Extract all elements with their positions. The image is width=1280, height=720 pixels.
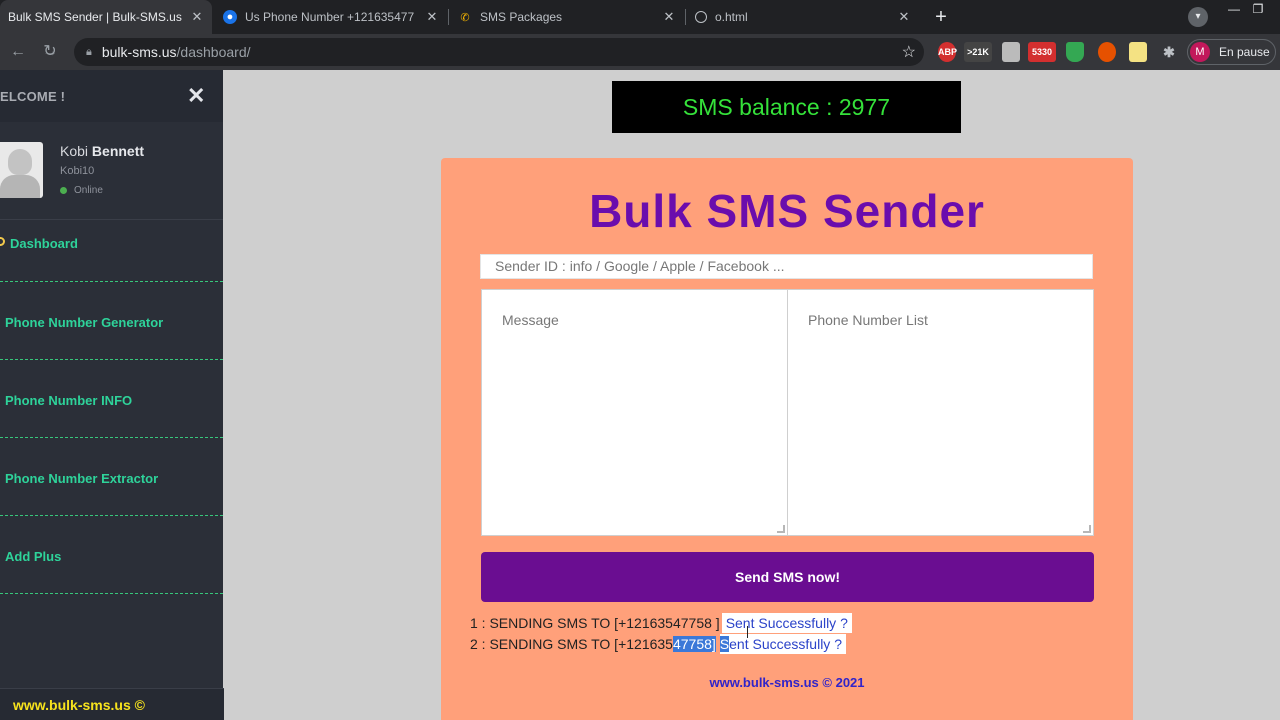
browser-toolbar: ← → ↻ 🔒︎ bulk-sms.us/dashboard/ ☆ ABP >2… xyxy=(0,34,1280,70)
tab-separator xyxy=(685,9,686,25)
log-prefix: 1 : SENDING SMS TO [+12163547758 ] xyxy=(470,615,720,631)
sidebar-item-label: Dashboard xyxy=(10,236,78,251)
online-status: Online xyxy=(60,185,103,196)
sidebar-footer-link[interactable]: www.bulk-sms.us © xyxy=(13,697,145,713)
username: Kobi10 xyxy=(60,165,95,177)
selected-text: 47758] xyxy=(672,636,716,652)
close-icon[interactable]: ✕ xyxy=(187,83,205,109)
puzzle-extensions-icon[interactable]: ✱ xyxy=(1160,42,1178,62)
tab-bulk-sms-sender[interactable]: Bulk SMS Sender | Bulk-SMS.us ✕ xyxy=(0,0,212,34)
resize-handle-icon[interactable] xyxy=(1083,525,1091,533)
tab-us-phone-number[interactable]: ● Us Phone Number +121635477 ✕ xyxy=(215,0,447,34)
log-line: 1 : SENDING SMS TO [+12163547758 ] Sent S… xyxy=(470,613,852,633)
sidebar-item-add-plus[interactable]: Add Plus xyxy=(0,516,223,594)
tab-close-icon[interactable]: ✕ xyxy=(190,9,204,25)
sidebar-header: ELCOME ! ✕ xyxy=(0,70,223,122)
message-placeholder: Message xyxy=(502,312,559,328)
tab-close-icon[interactable]: ✕ xyxy=(897,9,911,25)
log-line: 2 : SENDING SMS TO [+12163547758] Sent Su… xyxy=(470,634,846,654)
status-dot-icon xyxy=(60,187,67,194)
minimize-icon[interactable]: — xyxy=(1222,0,1246,20)
envelope-extension-icon[interactable] xyxy=(1002,42,1020,62)
tab-close-icon[interactable]: ✕ xyxy=(662,9,676,25)
tab-sms-packages[interactable]: ✆ SMS Packages ✕ xyxy=(450,0,684,34)
tab-label: Us Phone Number +121635477 xyxy=(245,10,415,24)
sidebar-item-label: Add Plus xyxy=(5,549,62,564)
record-extension-icon[interactable] xyxy=(1098,42,1116,62)
tab-separator xyxy=(448,9,449,25)
adblock-extension-icon[interactable]: ABP xyxy=(938,42,957,62)
tab-close-icon[interactable]: ✕ xyxy=(425,9,439,25)
notes-extension-icon[interactable] xyxy=(1129,42,1147,62)
bookmark-star-icon[interactable]: ☆ xyxy=(902,42,916,62)
sidebar-item-phone-number-extractor[interactable]: Phone Number Extractor xyxy=(0,438,223,516)
address-bar[interactable]: 🔒︎ bulk-sms.us/dashboard/ ☆ xyxy=(74,38,924,66)
selected-text: S xyxy=(719,636,730,652)
sms-balance-banner: SMS balance : 2977 xyxy=(612,81,961,133)
phone-number-list-textarea[interactable]: Phone Number List xyxy=(787,289,1094,536)
user-first-name: Kobi xyxy=(60,143,89,159)
page-title: Bulk SMS Sender xyxy=(589,185,985,237)
sender-id-input[interactable]: Sender ID : info / Google / Apple / Face… xyxy=(480,254,1093,279)
message-textarea[interactable]: Message xyxy=(481,289,788,536)
log-prefix: 2 : SENDING SMS TO [+121635 xyxy=(470,636,673,652)
restore-icon[interactable]: ❐ xyxy=(1246,0,1270,20)
sidebar: ELCOME ! ✕ Kobi Bennett Kobi10 Online Da… xyxy=(0,70,224,720)
status-label: Online xyxy=(74,185,103,196)
sidebar-item-phone-number-info[interactable]: Phone Number INFO xyxy=(0,360,223,438)
sidebar-item-label: Phone Number Generator xyxy=(5,315,164,330)
sms-sender-card: Bulk SMS Sender Sender ID : info / Googl… xyxy=(441,158,1133,720)
chat-favicon-icon: ● xyxy=(223,10,237,24)
sidebar-item-label: Phone Number INFO xyxy=(5,393,133,408)
user-last-name: Bennett xyxy=(91,143,145,159)
back-arrow-icon[interactable]: ← xyxy=(6,40,30,64)
phone-list-placeholder: Phone Number List xyxy=(808,312,928,328)
tab-search-icon[interactable]: ▾ xyxy=(1188,7,1208,27)
resize-handle-icon[interactable] xyxy=(777,525,785,533)
sidebar-footer: www.bulk-sms.us © xyxy=(0,688,224,720)
avatar xyxy=(0,142,43,198)
tab-label: SMS Packages xyxy=(480,10,563,24)
send-sms-button[interactable]: Send SMS now! xyxy=(481,552,1094,602)
globe-favicon-icon xyxy=(695,11,707,23)
tab-o-html[interactable]: o.html ✕ xyxy=(687,0,919,34)
profile-button[interactable]: M En pause xyxy=(1187,39,1276,65)
card-footer: www.bulk-sms.us © 2021 xyxy=(709,675,865,690)
url-host: bulk-sms.us xyxy=(101,44,177,60)
user-full-name: Kobi Bennett xyxy=(60,143,144,159)
sidebar-item-phone-number-generator[interactable]: Phone Number Generator xyxy=(0,282,223,360)
phone-favicon-icon: ✆ xyxy=(460,11,470,24)
log-result-rest: ent Successfully ? xyxy=(729,636,842,652)
tab-label: o.html xyxy=(715,10,748,24)
browser-tab-bar: Bulk SMS Sender | Bulk-SMS.us ✕ ● Us Pho… xyxy=(0,0,1280,34)
new-tab-button[interactable]: + xyxy=(929,5,953,29)
url-path: /dashboard/ xyxy=(176,44,251,60)
shield-extension-icon[interactable] xyxy=(1066,42,1084,62)
profile-status: En pause xyxy=(1219,45,1270,59)
mail-count-extension-icon[interactable]: >21K xyxy=(964,42,992,62)
avatar: M xyxy=(1190,42,1210,62)
lock-icon: 🔒︎ xyxy=(86,45,92,58)
welcome-text: ELCOME ! xyxy=(0,89,66,104)
log-result: Sent Successfully ? xyxy=(721,613,852,633)
text-cursor-icon xyxy=(747,626,749,638)
gmail-count-extension-icon[interactable]: 5330 xyxy=(1028,42,1056,62)
reload-icon[interactable]: ↻ xyxy=(38,40,62,64)
log-result: Sent Successfully ? xyxy=(719,634,846,654)
sidebar-item-label: Phone Number Extractor xyxy=(5,471,159,486)
tab-label: Bulk SMS Sender | Bulk-SMS.us xyxy=(8,10,182,24)
